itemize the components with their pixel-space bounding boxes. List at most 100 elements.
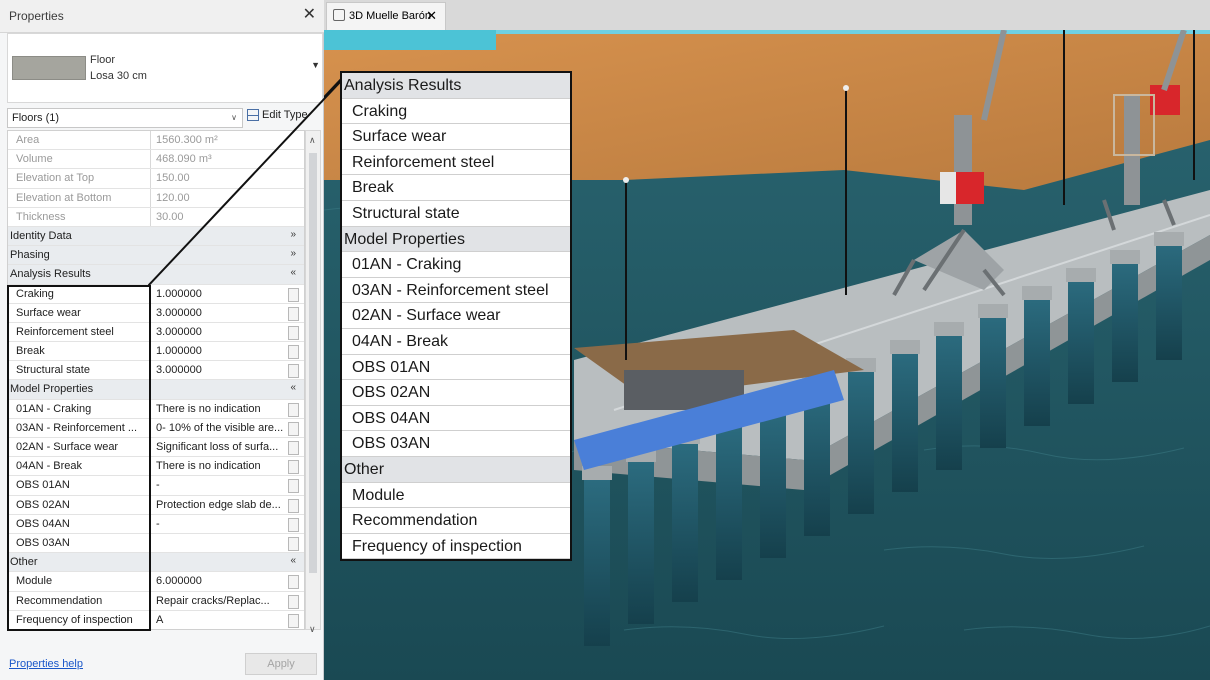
- pile: [892, 344, 918, 492]
- associate-parameter-button[interactable]: [288, 364, 299, 379]
- property-row[interactable]: Reinforcement steel 3.000000: [8, 322, 304, 343]
- tab-3d-view[interactable]: 3D Muelle Barón ✕: [326, 2, 446, 30]
- pile: [628, 452, 654, 624]
- pile: [716, 416, 742, 580]
- callout-item: Frequency of inspection: [342, 534, 570, 560]
- associate-parameter-button[interactable]: [288, 536, 299, 551]
- pile: [1112, 254, 1138, 382]
- apply-button[interactable]: Apply: [245, 653, 317, 675]
- property-value[interactable]: Repair cracks/Replac...: [153, 592, 289, 610]
- property-row[interactable]: 03AN - Reinforcement ... 0- 10% of the vi…: [8, 418, 304, 438]
- property-row[interactable]: Structural state 3.000000: [8, 361, 304, 381]
- group-toggle-icon[interactable]: «: [290, 555, 296, 566]
- group-label: Identity Data: [10, 229, 72, 242]
- associate-parameter-button[interactable]: [288, 575, 299, 590]
- property-group-header[interactable]: Model Properties «: [8, 380, 304, 400]
- property-row[interactable]: Frequency of inspection A: [8, 610, 304, 629]
- property-row[interactable]: 02AN - Surface wear Significant loss of s…: [8, 438, 304, 458]
- callout-item: OBS 04AN: [342, 406, 570, 432]
- property-label: 01AN - Craking: [8, 399, 151, 418]
- property-row[interactable]: OBS 02AN Protection edge slab de...: [8, 495, 304, 515]
- property-value[interactable]: Significant loss of surfa...: [153, 438, 289, 456]
- property-value[interactable]: 6.000000: [153, 572, 289, 590]
- callout-item: 04AN - Break: [342, 329, 570, 355]
- callout-group-header: Model Properties: [342, 226, 570, 253]
- property-label: Volume: [8, 150, 151, 169]
- property-value[interactable]: 3.000000: [153, 304, 289, 322]
- property-row[interactable]: OBS 04AN -: [8, 514, 304, 534]
- callout-item: Reinforcement steel: [342, 150, 570, 176]
- property-value[interactable]: 3.000000: [153, 361, 289, 379]
- callout-item: OBS 01AN: [342, 355, 570, 381]
- properties-help-link[interactable]: Properties help: [9, 658, 83, 670]
- associate-parameter-button[interactable]: [288, 325, 299, 340]
- property-label: Area: [8, 131, 151, 150]
- associate-parameter-button[interactable]: [288, 460, 299, 475]
- filter-value: Floors (1): [12, 112, 60, 124]
- property-row[interactable]: Recommendation Repair cracks/Replac...: [8, 591, 304, 611]
- property-label: Craking: [8, 284, 151, 303]
- callout-item: Craking: [342, 99, 570, 125]
- property-value[interactable]: 1.000000: [153, 342, 289, 360]
- property-row[interactable]: 01AN - Craking There is no indication: [8, 399, 304, 419]
- property-row[interactable]: 04AN - Break There is no indication: [8, 457, 304, 477]
- property-value[interactable]: -: [153, 476, 289, 494]
- pile: [584, 470, 610, 646]
- callout-item: Module: [342, 483, 570, 509]
- property-label: Recommendation: [8, 591, 151, 610]
- close-tab-icon[interactable]: ✕: [426, 8, 437, 24]
- property-value[interactable]: 0- 10% of the visible are...: [153, 419, 289, 437]
- pile: [760, 398, 786, 558]
- 3d-view-icon: [333, 9, 345, 21]
- pile: [1024, 290, 1050, 426]
- property-label: OBS 01AN: [8, 476, 151, 495]
- properties-titlebar: Properties ✕: [0, 0, 324, 33]
- associate-parameter-button[interactable]: [288, 594, 299, 609]
- property-label: Thickness: [8, 207, 151, 226]
- associate-parameter-button[interactable]: [288, 287, 299, 302]
- property-row[interactable]: Surface wear 3.000000: [8, 303, 304, 323]
- property-value[interactable]: 3.000000: [153, 323, 289, 341]
- property-row[interactable]: OBS 03AN: [8, 533, 304, 554]
- pile-cap: [1154, 232, 1184, 246]
- property-group-header[interactable]: Other «: [8, 553, 304, 573]
- scroll-down-icon[interactable]: ∨: [309, 624, 316, 635]
- callout-item: Structural state: [342, 201, 570, 227]
- type-name: Losa 30 cm: [90, 70, 147, 82]
- callout-item: Break: [342, 175, 570, 201]
- associate-parameter-button[interactable]: [288, 402, 299, 417]
- property-label: Structural state: [8, 361, 151, 380]
- property-value[interactable]: -: [153, 515, 289, 533]
- property-label: OBS 02AN: [8, 495, 151, 514]
- property-value[interactable]: There is no indication: [153, 400, 289, 418]
- pile: [1068, 272, 1094, 404]
- dropdown-arrow-icon[interactable]: ▼: [311, 60, 320, 70]
- property-value[interactable]: Protection edge slab de...: [153, 496, 289, 514]
- associate-parameter-button[interactable]: [288, 517, 299, 532]
- associate-parameter-button[interactable]: [288, 498, 299, 513]
- associate-parameter-button[interactable]: [288, 613, 299, 628]
- associate-parameter-button[interactable]: [288, 306, 299, 321]
- pile: [672, 434, 698, 602]
- associate-parameter-button[interactable]: [288, 345, 299, 360]
- tab-label: 3D Muelle Barón: [349, 10, 431, 22]
- property-row[interactable]: Module 6.000000: [8, 572, 304, 592]
- property-row[interactable]: OBS 01AN -: [8, 476, 304, 496]
- analysis-callout: Analysis Results Craking Surface wear Reinf…: [340, 71, 572, 561]
- property-label: Elevation at Top: [8, 169, 151, 188]
- property-value[interactable]: A: [153, 611, 289, 629]
- callout-item: Surface wear: [342, 124, 570, 150]
- property-label: 02AN - Surface wear: [8, 438, 151, 457]
- property-value[interactable]: [153, 534, 289, 552]
- associate-parameter-button[interactable]: [288, 441, 299, 455]
- associate-parameter-button[interactable]: [288, 479, 299, 494]
- group-toggle-icon[interactable]: «: [290, 382, 296, 393]
- panel-title: Properties: [9, 9, 64, 23]
- associate-parameter-button[interactable]: [288, 421, 299, 436]
- property-row[interactable]: Break 1.000000: [8, 342, 304, 362]
- property-label: 03AN - Reinforcement ...: [8, 418, 151, 437]
- group-label: Model Properties: [10, 383, 94, 396]
- property-label: Break: [8, 342, 151, 361]
- property-value[interactable]: There is no indication: [153, 457, 289, 475]
- close-icon[interactable]: ✕: [303, 7, 316, 23]
